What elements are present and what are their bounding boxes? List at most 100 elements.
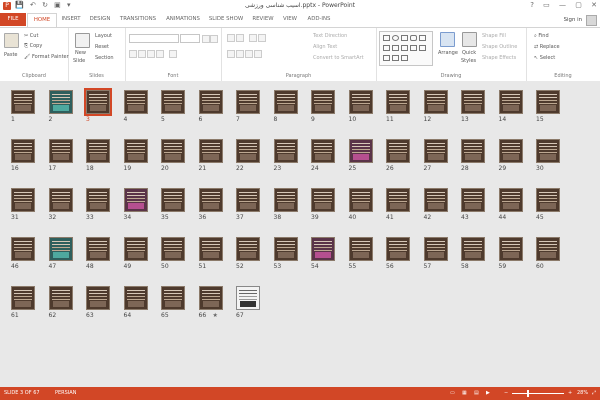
rectangle-shape-icon[interactable] [383,35,390,41]
align-text-button[interactable]: Align Text [313,44,337,50]
bold-icon[interactable] [129,50,137,58]
reset-button[interactable]: Reset [95,44,109,50]
maximize-button[interactable]: ▢ [575,1,582,9]
slide-thumbnail-25[interactable] [348,139,373,163]
slide-thumbnail-13[interactable] [461,90,485,114]
sign-in-link[interactable]: Sign in [564,17,582,23]
slide-thumbnail-30[interactable] [536,139,560,163]
font-name-field[interactable] [129,34,179,43]
font-color-icon[interactable] [169,50,177,58]
slide-thumbnail-36[interactable] [198,188,223,212]
slide-thumbnail-60[interactable] [536,237,560,261]
slide-thumbnail-12[interactable] [423,90,448,114]
slide-thumbnail-59[interactable] [498,237,523,261]
slide-thumbnail-17[interactable] [48,139,73,163]
zoom-out-icon[interactable]: − [504,387,508,400]
align-center-icon[interactable] [236,50,244,58]
slide-thumbnail-33[interactable] [86,188,110,212]
numbering-icon[interactable] [236,34,244,42]
slide-thumbnail-6[interactable] [198,90,223,114]
paste-icon[interactable] [4,33,19,48]
slide-thumbnail-66[interactable] [198,286,223,310]
tab-add-ins[interactable]: ADD-INS [304,13,334,26]
arrow-shape-icon[interactable] [392,45,399,51]
zoom-slider[interactable] [512,393,564,394]
shape-outline-button[interactable]: Shape Outline [482,44,517,50]
cut-button[interactable]: ✂ Cut [24,33,38,39]
paste-button[interactable]: Paste [4,52,18,58]
new-slide-icon[interactable] [75,33,90,48]
slide-thumbnail-14[interactable] [498,90,523,114]
slide-thumbnail-20[interactable] [161,139,185,163]
copy-button[interactable]: ⎘ Copy [24,43,42,49]
slide-thumbnail-27[interactable] [423,139,448,163]
layout-button[interactable]: Layout [95,33,112,39]
shrink-font-icon[interactable] [210,35,218,43]
slide-thumbnail-46[interactable] [11,237,35,261]
slide-thumbnail-50[interactable] [161,237,185,261]
decrease-indent-icon[interactable] [249,34,257,42]
reading-view-icon[interactable]: ▤ [474,387,479,400]
tab-review[interactable]: REVIEW [249,13,277,26]
slide-thumbnail-2[interactable] [48,90,73,114]
slide-thumbnail-62[interactable] [48,286,73,310]
select-button[interactable]: ↖ Select [534,55,555,61]
oval-shape-icon[interactable] [392,35,399,41]
slide-thumbnail-11[interactable] [386,90,410,114]
language-indicator[interactable]: PERSIAN [55,387,76,400]
slide-sorter-view-icon[interactable]: ▦ [462,387,467,400]
slide-thumbnail-5[interactable] [161,90,185,114]
tab-file[interactable]: FILE [0,13,26,26]
convert-smartart-button[interactable]: Convert to SmartArt [313,55,364,61]
fit-to-window-icon[interactable]: ⤢ [592,387,596,400]
slide-thumbnail-51[interactable] [198,237,223,261]
slide-thumbnail-40[interactable] [348,188,373,212]
slide-thumbnail-18[interactable] [86,139,110,163]
rectangle-shape-icon[interactable] [401,35,408,41]
slide-thumbnail-55[interactable] [348,237,373,261]
grow-font-icon[interactable] [202,35,210,43]
slide-thumbnail-22[interactable] [236,139,260,163]
slide-thumbnail-64[interactable] [123,286,148,310]
slide-thumbnail-1[interactable] [11,90,35,114]
slide-thumbnail-8[interactable] [273,90,298,114]
underline-icon[interactable] [147,50,155,58]
slide-thumbnail-35[interactable] [161,188,185,212]
slide-thumbnail-31[interactable] [11,188,35,212]
quick-styles-button[interactable]: Quick [462,50,476,56]
slide-thumbnail-4[interactable] [123,90,148,114]
new-slide-button[interactable]: New [75,50,86,56]
tab-home[interactable]: HOME [27,13,57,27]
quick-styles-icon[interactable] [462,32,477,47]
slide-thumbnail-49[interactable] [123,237,148,261]
minimize-button[interactable]: — [559,1,566,9]
align-left-icon[interactable] [227,50,235,58]
tab-insert[interactable]: INSERT [57,13,85,26]
slide-thumbnail-61[interactable] [11,286,35,310]
tab-transitions[interactable]: TRANSITIONS [116,13,160,26]
slideshow-view-icon[interactable]: ▶ [486,387,490,400]
slide-thumbnail-43[interactable] [461,188,485,212]
slide-thumbnail-65[interactable] [161,286,185,310]
slide-thumbnail-37[interactable] [236,188,260,212]
star-shape-icon[interactable] [410,45,417,51]
slide-thumbnail-67[interactable] [236,286,260,310]
slide-thumbnail-38[interactable] [273,188,298,212]
arrange-icon[interactable] [440,32,455,47]
slide-sorter[interactable]: 1 2 3 4 5 6 7 8 9 10 11 12 13 14 15 16 17 18 19 20 21 22 23 24 2… [0,81,600,387]
shape-fill-button[interactable]: Shape Fill [482,33,506,39]
shapes-gallery[interactable] [379,31,433,66]
bracket-shape-icon[interactable] [401,55,408,61]
avatar[interactable] [586,15,597,26]
slide-thumbnail-29[interactable] [498,139,523,163]
align-right-icon[interactable] [245,50,253,58]
line-shape-icon[interactable] [419,35,426,41]
slide-thumbnail-10[interactable] [348,90,373,114]
help-button[interactable]: ? [530,1,534,9]
bullets-icon[interactable] [227,34,235,42]
tab-slide-show[interactable]: SLIDE SHOW [206,13,246,26]
slide-thumbnail-3[interactable] [84,88,112,116]
tab-animations[interactable]: ANIMATIONS [163,13,203,26]
font-size-field[interactable] [180,34,200,43]
normal-view-icon[interactable]: ▭ [450,387,455,400]
